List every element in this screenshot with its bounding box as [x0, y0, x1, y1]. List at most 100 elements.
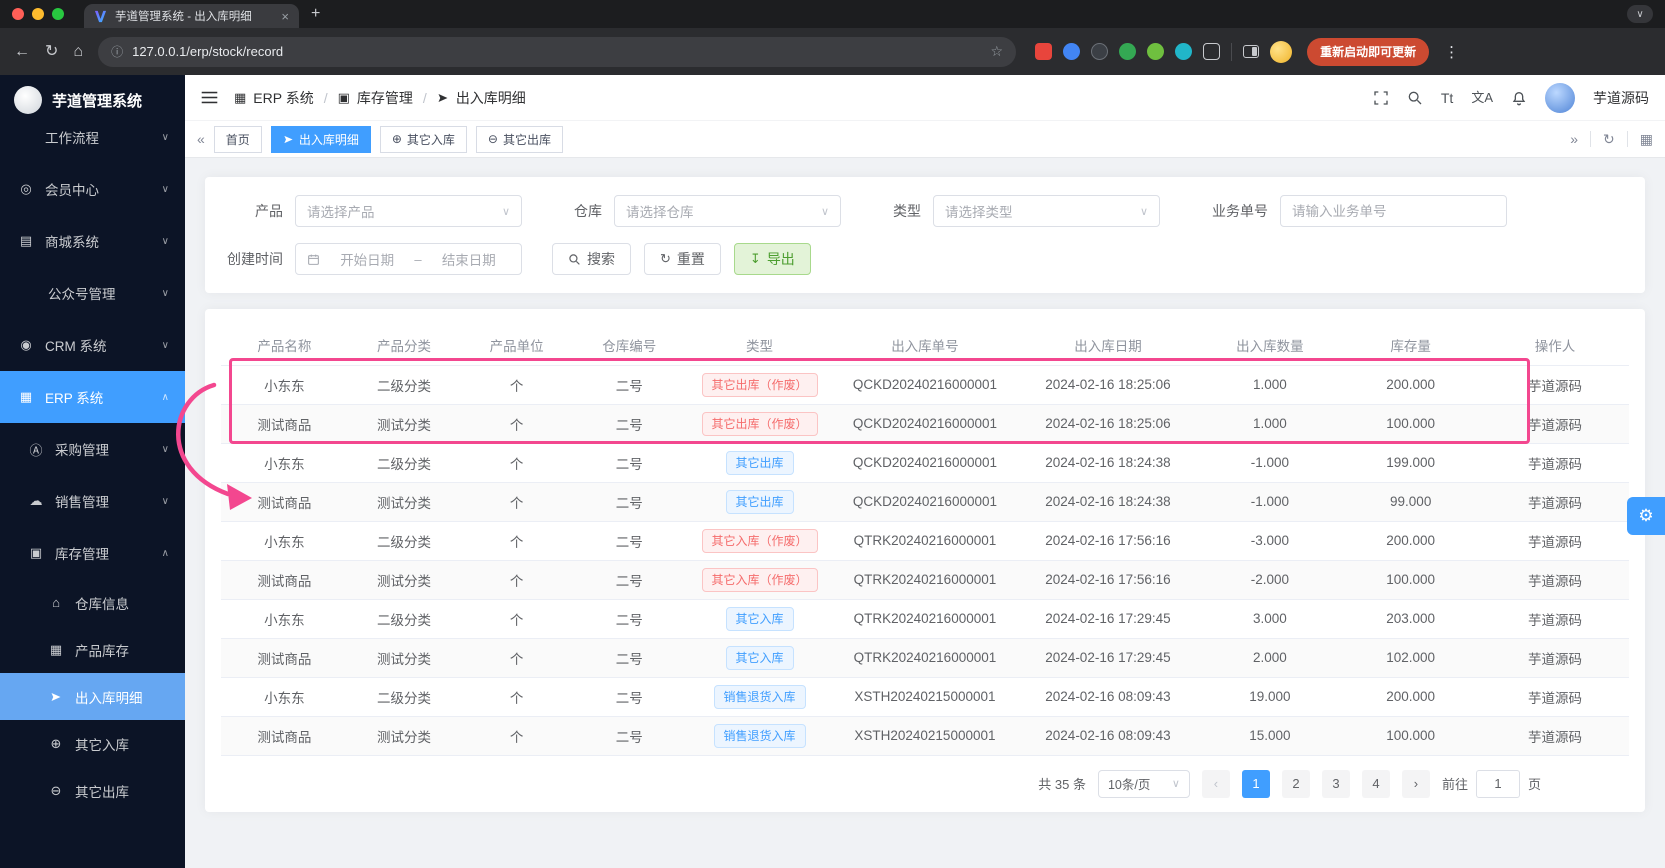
site-info-icon[interactable]: ⓘ [111, 43, 123, 60]
sidebar-item-crm[interactable]: ◉ CRM 系统 ∨ [0, 319, 185, 371]
back-button[interactable]: ← [14, 43, 30, 60]
extension-icon-dark[interactable] [1091, 43, 1109, 60]
reset-button[interactable]: ↻ 重置 [644, 243, 721, 275]
sidebar-item-warehouse-info[interactable]: ⌂ 仓库信息 [0, 579, 185, 626]
browser-profile-avatar[interactable] [1270, 40, 1293, 63]
window-close-button[interactable] [12, 8, 24, 20]
prev-page-button[interactable]: ‹ [1201, 769, 1230, 798]
send-icon [283, 134, 294, 145]
extension-icon-blue-pin[interactable] [1063, 43, 1081, 60]
username[interactable]: 芋道源码 [1593, 88, 1649, 108]
table-header-row: 产品名称 产品分类 产品单位 仓库编号 类型 出入库单号 出入库日期 出入库数量… [221, 325, 1629, 366]
table-row[interactable]: 小东东 二级分类 个 二号 其它出库（作废） QCKD2024021600000… [221, 365, 1629, 405]
collapse-sidebar-icon[interactable] [201, 90, 218, 105]
page-button-2[interactable]: 2 [1281, 769, 1310, 798]
window-zoom-button[interactable] [52, 8, 64, 20]
reload-button[interactable]: ↻ [45, 43, 58, 60]
new-tab-button[interactable]: + [311, 5, 320, 23]
url-bar[interactable]: ⓘ 127.0.0.1/erp/stock/record ☆ [98, 36, 1017, 67]
sidebar-item-other-in[interactable]: ⊕ 其它入库 [0, 720, 185, 767]
tab-other-in[interactable]: ⊕ 其它入库 [379, 125, 467, 153]
chevron-down-icon: ∨ [161, 131, 169, 143]
tab-stock-record[interactable]: 出入库明细 [270, 125, 371, 153]
sidebar-item-official-account[interactable]: 公众号管理 ∨ [0, 267, 185, 319]
page-button-3[interactable]: 3 [1321, 769, 1350, 798]
table-row[interactable]: 测试商品 测试分类 个 二号 其它出库（作废） QCKD202402160000… [221, 404, 1629, 444]
sidebar-item-erp[interactable]: ▦ ERP 系统 ∧ [0, 371, 185, 423]
extension-icon-red[interactable] [1035, 43, 1053, 60]
page-button-4[interactable]: 4 [1361, 769, 1390, 798]
browser-tab[interactable]: 芋道管理系统 - 出入库明细 × [84, 4, 299, 28]
browser-menu-icon[interactable]: ⋮ [1444, 43, 1459, 61]
theme-settings-button[interactable]: ⚙ [1627, 497, 1665, 535]
fullscreen-icon[interactable] [1373, 90, 1389, 106]
select-placeholder: 请选择仓库 [626, 205, 694, 220]
search-button[interactable]: 搜索 [552, 243, 631, 275]
next-page-button[interactable]: › [1401, 769, 1430, 798]
tab-close-icon[interactable]: × [281, 10, 289, 23]
table-row[interactable]: 小东东 二级分类 个 二号 销售退货入库 XSTH20240215000001 … [221, 677, 1629, 717]
sidebar-item-stock-record[interactable]: 出入库明细 [0, 673, 185, 720]
url-text: 127.0.0.1/erp/stock/record [132, 44, 284, 59]
sidebar-item-stock[interactable]: ▣ 库存管理 ∧ [0, 527, 185, 579]
date-start-placeholder[interactable]: 开始日期 [326, 249, 408, 269]
goto-page-input[interactable] [1475, 769, 1520, 798]
filter-type: 类型 请选择类型 ∨ [893, 195, 1160, 227]
sidebar-logo-row[interactable]: 芋道管理系统 [0, 75, 185, 125]
user-avatar[interactable] [1545, 82, 1575, 113]
date-range-picker[interactable]: 开始日期 – 结束日期 [295, 243, 522, 275]
export-button[interactable]: ↧ 导出 [733, 243, 811, 275]
search-icon[interactable] [1407, 90, 1423, 106]
sidebar-item-sales[interactable]: ☁ 销售管理 ∨ [0, 475, 185, 527]
tab-search-chevron-icon[interactable]: ∨ [1627, 5, 1653, 23]
side-panel-icon[interactable] [1243, 45, 1260, 58]
biz-no-input[interactable] [1292, 203, 1495, 219]
page-button-1[interactable]: 1 [1241, 769, 1270, 798]
toolbar-divider [1231, 42, 1233, 61]
notification-bell-icon[interactable] [1511, 90, 1527, 106]
table-row[interactable]: 测试商品 测试分类 个 二号 其它出库 QCKD20240216000001 2… [221, 482, 1629, 522]
date-end-placeholder[interactable]: 结束日期 [428, 249, 510, 269]
extension-icon-green[interactable] [1119, 43, 1137, 60]
browser-update-button[interactable]: 重新启动即可更新 [1307, 37, 1430, 66]
tabs-scroll-left-icon[interactable]: « [197, 131, 205, 147]
cell-qty: -2.000 [1199, 560, 1341, 600]
breadcrumb-item[interactable]: ERP 系统 [253, 88, 313, 108]
sidebar-item-label: 采购管理 [55, 443, 109, 458]
home-button[interactable]: ⌂ [73, 43, 83, 60]
table-row[interactable]: 测试商品 测试分类 个 二号 其它入库（作废） QTRK202402160000… [221, 560, 1629, 600]
sidebar-item-other-out[interactable]: ⊖ 其它出库 [0, 767, 185, 814]
tab-home[interactable]: 首页 [213, 125, 262, 153]
page-size-select[interactable]: 10条/页 ∨ [1097, 769, 1190, 798]
extension-icon-leaf[interactable] [1147, 43, 1165, 60]
font-size-icon[interactable]: Tt [1441, 91, 1453, 105]
table-row[interactable]: 测试商品 测试分类 个 二号 其它入库 QTRK20240216000001 2… [221, 638, 1629, 678]
extensions-puzzle-icon[interactable] [1203, 43, 1221, 60]
table-row[interactable]: 小东东 二级分类 个 二号 其它出库 QCKD20240216000001 20… [221, 443, 1629, 483]
sidebar-item-product-stock[interactable]: ▦ 产品库存 [0, 626, 185, 673]
erp-icon: ▦ [19, 389, 33, 404]
tabs-scroll-right-icon[interactable]: » [1570, 131, 1578, 147]
extension-icon-teal[interactable] [1175, 43, 1193, 60]
tab-other-out[interactable]: ⊖ 其它出库 [475, 125, 563, 153]
table-row[interactable]: 小东东 二级分类 个 二号 其它入库 QTRK20240216000001 20… [221, 599, 1629, 639]
warehouse-select[interactable]: 请选择仓库 ∨ [614, 195, 841, 227]
sidebar-item-label: 商城系统 [45, 235, 99, 250]
window-minimize-button[interactable] [32, 8, 44, 20]
bookmark-star-icon[interactable]: ☆ [991, 43, 1004, 60]
type-select[interactable]: 请选择类型 ∨ [933, 195, 1160, 227]
layout-grid-icon[interactable]: ▦ [1640, 131, 1653, 148]
translate-icon[interactable]: 文A [1471, 91, 1493, 104]
refresh-page-icon[interactable]: ↻ [1603, 131, 1615, 148]
table-row[interactable]: 测试商品 测试分类 个 二号 销售退货入库 XSTH20240215000001… [221, 716, 1629, 756]
window-controls [12, 8, 64, 20]
sidebar-item-purchase[interactable]: Ⓐ 采购管理 ∨ [0, 423, 185, 475]
product-select[interactable]: 请选择产品 ∨ [295, 195, 522, 227]
sidebar-item-label: 出入库明细 [75, 690, 143, 706]
table-row[interactable]: 小东东 二级分类 个 二号 其它入库（作废） QTRK2024021600000… [221, 521, 1629, 561]
sidebar-item-member[interactable]: ◎ 会员中心 ∨ [0, 163, 185, 215]
sidebar-item-mall[interactable]: ▤ 商城系统 ∨ [0, 215, 185, 267]
cell-product-name: 小东东 [221, 365, 348, 405]
breadcrumb-item[interactable]: 库存管理 [357, 88, 413, 108]
cell-category: 测试分类 [347, 716, 461, 756]
